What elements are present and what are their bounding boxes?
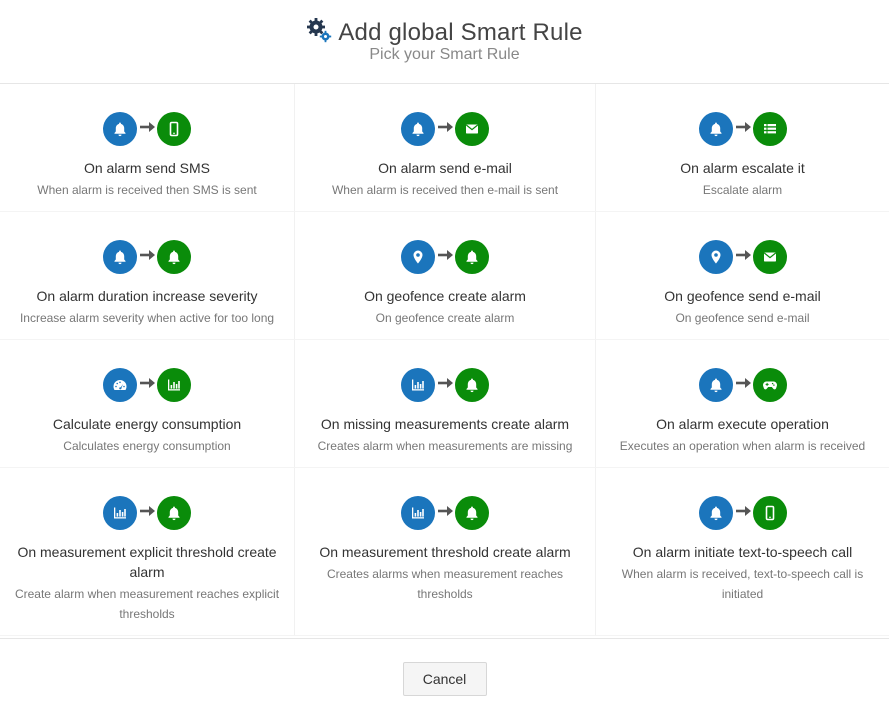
smart-rule-grid: On alarm send SMS When alarm is received… [0, 84, 889, 636]
rule-description: When alarm is received then e-mail is se… [331, 183, 559, 197]
cancel-button[interactable]: Cancel [402, 662, 487, 696]
rule-title: On alarm send e-mail [378, 160, 512, 176]
rule-title: On alarm send SMS [83, 160, 211, 176]
mobile-icon [752, 496, 787, 530]
dialog-title: Add global Smart Rule [338, 18, 583, 46]
rule-description: Creates alarms when measurement reaches … [326, 567, 564, 601]
rule-title: On missing measurements create alarm [320, 416, 570, 432]
rule-description: Creates alarm when measurements are miss… [317, 439, 573, 453]
rule-card[interactable]: On alarm escalate it Escalate alarm [596, 84, 889, 212]
arrow-right-icon [435, 248, 455, 267]
arrow-right-icon [733, 248, 753, 267]
arrow-right-icon [733, 120, 753, 139]
rule-card[interactable]: On geofence create alarm On geofence cre… [295, 212, 596, 340]
rule-title: On alarm initiate text-to-speech call [632, 544, 853, 560]
bell-icon [103, 240, 137, 274]
list-icon [752, 112, 787, 146]
dialog-header: Add global Smart Rule Pick your Smart Ru… [0, 0, 889, 84]
rule-description: Executes an operation when alarm is rece… [619, 439, 866, 453]
arrow-right-icon [137, 504, 157, 523]
smart-rule-dialog: Add global Smart Rule Pick your Smart Ru… [0, 0, 889, 714]
rule-description: When alarm is received, text-to-speech c… [621, 567, 864, 601]
map-marker-icon [698, 240, 733, 274]
rule-title: On measurement explicit threshold create… [17, 544, 277, 580]
arrow-right-icon [733, 504, 753, 523]
arrow-right-icon [435, 376, 455, 395]
rule-description: On geofence create alarm [375, 311, 515, 325]
rule-description: Create alarm when measurement reaches ex… [14, 587, 280, 621]
bell-icon [401, 112, 435, 146]
rule-card[interactable]: On measurement threshold create alarm Cr… [295, 468, 596, 636]
envelope-icon [752, 240, 787, 274]
rule-title: On measurement threshold create alarm [319, 544, 571, 560]
arrow-right-icon [137, 248, 157, 267]
rule-card[interactable]: On alarm execute operation Executes an o… [596, 340, 889, 468]
gamepad-icon [752, 368, 787, 402]
rule-card[interactable]: On alarm send SMS When alarm is received… [0, 84, 295, 212]
rule-description: Calculates energy consumption [63, 439, 231, 453]
bell-icon [698, 112, 733, 146]
rule-card[interactable]: On measurement explicit threshold create… [0, 468, 295, 636]
envelope-icon [455, 112, 489, 146]
bell-icon [698, 496, 733, 530]
bell-icon [103, 112, 137, 146]
bell-icon [455, 240, 489, 274]
map-marker-icon [401, 240, 435, 274]
dashboard-icon [103, 368, 137, 402]
arrow-right-icon [137, 376, 157, 395]
mobile-icon [157, 112, 191, 146]
dialog-subtitle: Pick your Smart Rule [369, 46, 520, 63]
bar-chart-icon [401, 368, 435, 402]
rule-card[interactable]: On missing measurements create alarm Cre… [295, 340, 596, 468]
arrow-right-icon [137, 120, 157, 139]
rule-card[interactable]: On alarm duration increase severity Incr… [0, 212, 295, 340]
arrow-right-icon [435, 504, 455, 523]
bell-icon [455, 496, 489, 530]
dialog-footer: Cancel [0, 638, 889, 714]
bell-icon [455, 368, 489, 402]
bar-chart-icon [401, 496, 435, 530]
rule-title: On geofence create alarm [364, 288, 526, 304]
rule-card[interactable]: On alarm initiate text-to-speech call Wh… [596, 468, 889, 636]
rule-description: On geofence send e-mail [675, 311, 810, 325]
rule-title: On alarm duration increase severity [36, 288, 258, 304]
bar-chart-icon [157, 368, 191, 402]
rule-card[interactable]: On geofence send e-mail On geofence send… [596, 212, 889, 340]
arrow-right-icon [733, 376, 753, 395]
bell-icon [157, 496, 191, 530]
rule-title: On geofence send e-mail [664, 288, 821, 304]
gears-icon [306, 17, 332, 48]
rule-description: Increase alarm severity when active for … [19, 311, 275, 325]
bar-chart-icon [103, 496, 137, 530]
rule-title: Calculate energy consumption [52, 416, 242, 432]
rule-title: On alarm execute operation [656, 416, 829, 432]
rule-title: On alarm escalate it [680, 160, 805, 176]
rule-card[interactable]: Calculate energy consumption Calculates … [0, 340, 295, 468]
arrow-right-icon [435, 120, 455, 139]
bell-icon [698, 368, 733, 402]
rule-card[interactable]: On alarm send e-mail When alarm is recei… [295, 84, 596, 212]
rule-description: When alarm is received then SMS is sent [37, 183, 257, 197]
rule-description: Escalate alarm [702, 183, 783, 197]
bell-icon [157, 240, 191, 274]
